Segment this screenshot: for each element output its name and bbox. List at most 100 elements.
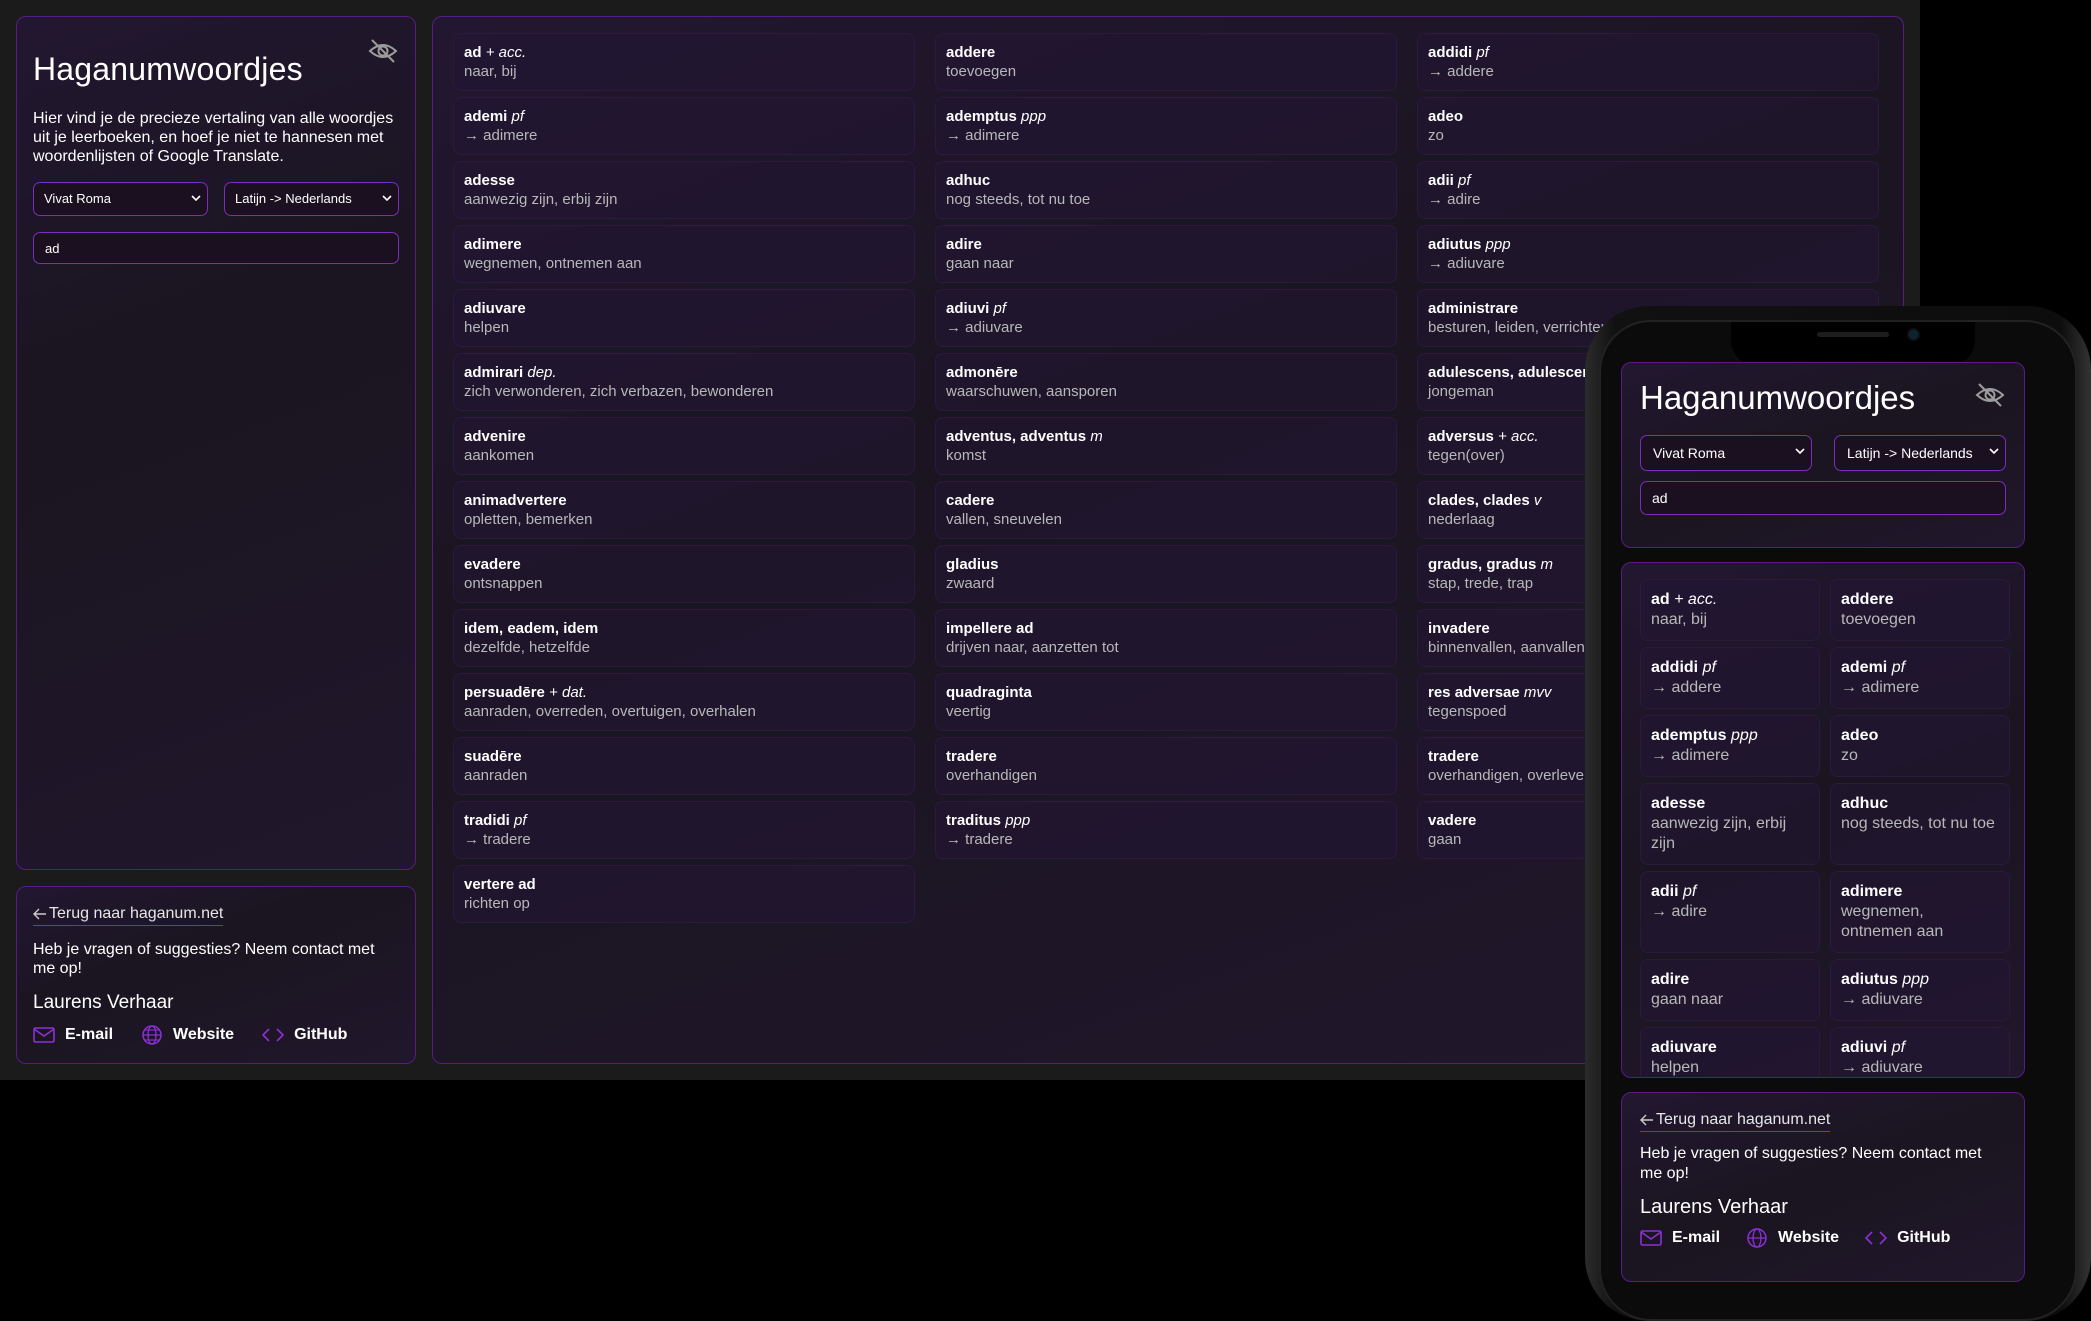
- direction-select[interactable]: Latijn -> Nederlands: [224, 182, 399, 216]
- word-text: adire: [1651, 971, 1690, 988]
- latin-word: adiuvare: [1651, 1038, 1809, 1058]
- word-text: gladius: [946, 556, 999, 573]
- latin-word: adiuvi pf: [1841, 1038, 1999, 1058]
- translation: → adiuvare: [946, 319, 1023, 336]
- latin-word: animadvertere: [464, 491, 904, 510]
- word-text: adire: [946, 236, 982, 253]
- word-text: adversus: [1428, 428, 1494, 445]
- word-text: administrare: [1428, 300, 1519, 317]
- book-select[interactable]: Vivat Roma: [33, 182, 208, 216]
- word-text: adiutus: [1428, 236, 1482, 253]
- translation: gaan naar: [946, 255, 1014, 272]
- github-label: GitHub: [294, 1026, 348, 1043]
- mobile-direction-select[interactable]: Latijn -> Nederlands: [1834, 435, 2006, 471]
- search-input[interactable]: ad: [33, 232, 399, 264]
- latin-word: adii pf: [1651, 882, 1809, 902]
- back-link[interactable]: Terug naar haganum.net: [1640, 1111, 1831, 1132]
- author-name: Laurens Verhaar: [1640, 1196, 1788, 1218]
- translation: aankomen: [464, 447, 535, 464]
- translation: naar, bij: [1651, 611, 1708, 628]
- github-link[interactable]: GitHub: [262, 1024, 347, 1046]
- mail-icon: [1640, 1230, 1662, 1246]
- translation: helpen: [1651, 1059, 1700, 1076]
- word-text: quadraginta: [946, 684, 1032, 701]
- word-text: gradus, gradus: [1428, 556, 1537, 573]
- word-card: tradere overhandigen: [935, 737, 1397, 795]
- word-text: adesse: [1651, 795, 1706, 812]
- translation: aanwezig zijn, erbij zijn: [1651, 815, 1787, 852]
- translation: → adimere: [1841, 679, 1920, 696]
- word-card: adhuc nog steeds, tot nu toe: [1830, 783, 2010, 865]
- chevron-down-icon: [1989, 448, 1999, 455]
- translation: → addere: [1428, 63, 1494, 80]
- chevron-down-icon: [382, 195, 392, 202]
- email-link[interactable]: E-mail: [33, 1024, 113, 1046]
- github-link[interactable]: GitHub: [1865, 1227, 1950, 1249]
- latin-word: adesse: [464, 171, 904, 190]
- word-card: evadere ontsnappen: [453, 545, 915, 603]
- translation: gaan naar: [1651, 991, 1724, 1008]
- translation: zo: [1428, 127, 1444, 144]
- word-text: adii: [1651, 883, 1679, 900]
- latin-word: evadere: [464, 555, 904, 574]
- grammar-note: ppp: [1731, 727, 1758, 744]
- website-link[interactable]: Website: [1746, 1227, 1839, 1249]
- word-card: suadēre aanraden: [453, 737, 915, 795]
- latin-word: adimere: [1841, 882, 1999, 902]
- latin-word: adeo: [1841, 726, 1999, 746]
- hide-icon[interactable]: [367, 37, 399, 65]
- word-card: addidi pf → addere: [1417, 33, 1879, 91]
- latin-word: tradidi pf: [464, 811, 904, 830]
- word-text: tradere: [946, 748, 997, 765]
- word-text: tradere: [1428, 748, 1479, 765]
- word-text: vadere: [1428, 812, 1477, 829]
- latin-word: adiuvi pf: [946, 299, 1386, 318]
- grammar-note: pf: [1458, 172, 1471, 189]
- word-text: tradidi: [464, 812, 510, 829]
- latin-word: adire: [1651, 970, 1809, 990]
- word-card: persuadēre + dat. aanraden, overreden, ov…: [453, 673, 915, 731]
- translation: wegnemen, ontnemen aan: [1841, 903, 1944, 940]
- word-card: ademptus ppp → adimere: [1640, 715, 1820, 777]
- latin-word: ademi pf: [464, 107, 904, 126]
- latin-word: idem, eadem, idem: [464, 619, 904, 638]
- code-icon: [262, 1028, 285, 1042]
- word-card: adii pf → adire: [1417, 161, 1879, 219]
- latin-word: adiutus ppp: [1841, 970, 1999, 990]
- mobile-word-list: ad + acc. naar, bij addere toevoegen addidi …: [1621, 562, 2025, 1078]
- translation: komst: [946, 447, 987, 464]
- mobile-app-title: Haganumwoordjes: [1640, 379, 1916, 416]
- latin-word: adimere: [464, 235, 904, 254]
- email-link[interactable]: E-mail: [1640, 1227, 1720, 1249]
- hide-icon[interactable]: [1974, 381, 2006, 409]
- word-card: idem, eadem, idem dezelfde, hetzelfde: [453, 609, 915, 667]
- website-link[interactable]: Website: [141, 1024, 234, 1046]
- translation: dezelfde, hetzelfde: [464, 639, 590, 656]
- latin-word: gladius: [946, 555, 1386, 574]
- word-text: res adversae: [1428, 684, 1520, 701]
- word-text: impellere ad: [946, 620, 1034, 637]
- latin-word: adhuc: [946, 171, 1386, 190]
- word-text: adiuvare: [1651, 1039, 1717, 1056]
- mobile-search-input[interactable]: ad: [1640, 481, 2006, 515]
- latin-word: addere: [1841, 590, 1999, 610]
- word-card: adeo zo: [1417, 97, 1879, 155]
- word-text: addidi: [1651, 659, 1699, 676]
- translation: → addere: [1651, 679, 1722, 696]
- translation: aanwezig zijn, erbij zijn: [464, 191, 618, 208]
- translation: overhandigen: [946, 767, 1037, 784]
- app-description: Hier vind je de precieze vertaling van a…: [33, 110, 394, 165]
- back-link[interactable]: Terug naar haganum.net: [33, 905, 224, 926]
- latin-word: advenire: [464, 427, 904, 446]
- latin-word: ademptus ppp: [1651, 726, 1809, 746]
- latin-word: adventus, adventus m: [946, 427, 1386, 446]
- word-text: vertere ad: [464, 876, 536, 893]
- latin-word: persuadēre + dat.: [464, 683, 904, 702]
- mobile-book-select[interactable]: Vivat Roma: [1640, 435, 1812, 471]
- word-text: adimere: [1841, 883, 1903, 900]
- latin-word: adiuvare: [464, 299, 904, 318]
- word-text: adiutus: [1841, 971, 1898, 988]
- word-card: adiutus ppp → adiuvare: [1417, 225, 1879, 283]
- translation: → adire: [1428, 191, 1481, 208]
- direction-select-value: Latijn -> Nederlands: [235, 191, 352, 206]
